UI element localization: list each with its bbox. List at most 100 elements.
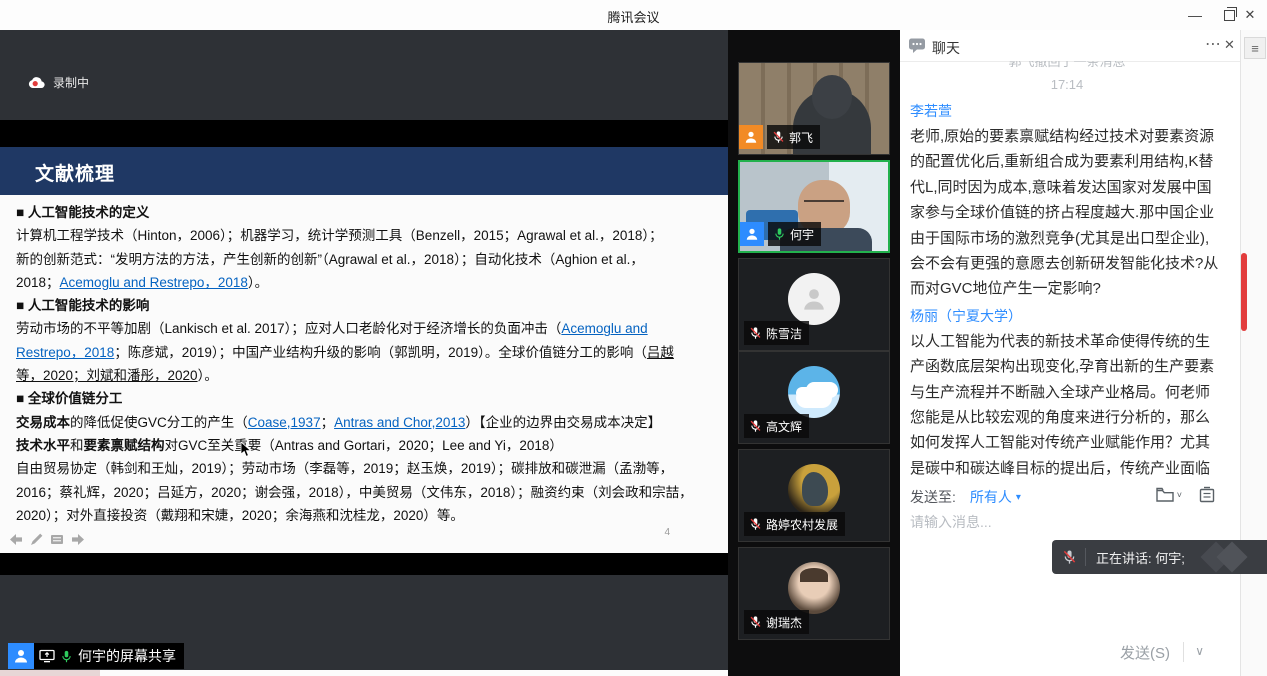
slide-page-number: 4 <box>664 527 670 538</box>
send-button[interactable]: 发送(S) <box>1120 642 1170 663</box>
slide-text: ）。 <box>248 275 268 290</box>
slide-line: 新的创新范式：“发明方法的方法，产生创新的创新”（Agrawal et al.，… <box>16 248 716 271</box>
citation-link: 吕越 <box>647 345 674 360</box>
participant-tile[interactable]: 谢瑞杰 <box>738 547 890 640</box>
hamburger-menu-icon[interactable]: ≡ <box>1244 37 1266 59</box>
slide-text: 和 <box>70 438 84 453</box>
citation-link: Coase,1937 <box>248 415 321 430</box>
participant-name: 陈雪洁 <box>766 325 802 342</box>
participant-label: 路婷农村发展 <box>739 512 845 536</box>
mic-muted-icon <box>749 326 762 340</box>
chat-close-icon[interactable]: ✕ <box>1224 37 1235 53</box>
mouse-cursor <box>240 442 252 458</box>
slide-text: ； <box>321 415 335 430</box>
participant-name: 高文辉 <box>766 418 802 435</box>
divider <box>1183 642 1184 662</box>
send-to-row: 发送至: 所有人 ▾ ˅ <box>910 486 1230 508</box>
mic-active-icon <box>60 649 73 664</box>
screen-share-icon <box>39 649 55 663</box>
citation-link: Acemoglu and Restrepo，2018 <box>60 275 248 290</box>
participant-label: 高文辉 <box>739 414 809 438</box>
mic-muted-icon <box>749 615 762 629</box>
chat-scrollbar-thumb[interactable] <box>1241 253 1247 331</box>
name-box: 路婷农村发展 <box>744 512 845 536</box>
slide-text: ■ 人工智能技术的影响 <box>16 298 149 313</box>
citation-link: 等，2020；刘斌和潘彤，2020 <box>16 368 198 383</box>
chat-title: 聊天 <box>932 38 960 58</box>
slide-text: 的降低促使GVC分工的产生（ <box>70 415 248 430</box>
chat-message-list[interactable]: 郭飞撤回了一条消息17:14李若萱老师,原始的要素禀赋结构经过技术对要素资源的配… <box>900 61 1234 481</box>
send-options-chevron-icon[interactable]: ∨ <box>1195 644 1204 658</box>
role-badge <box>740 222 764 246</box>
chat-message-flow: 郭飞撤回了一条消息17:14李若萱老师,原始的要素禀赋结构经过技术对要素资源的配… <box>910 61 1224 481</box>
slide-text: ；陈彦斌，2019）；中国产业结构升级的影响（郭凯明，2019）。全球价值链分工… <box>114 345 647 360</box>
chat-menu-icon[interactable]: ⋯ <box>1205 34 1221 54</box>
slide-title: 文献梳理 <box>35 159 115 186</box>
minimize-button[interactable]: — <box>1178 0 1212 30</box>
slide-line: ■ 人工智能技术的定义 <box>16 201 716 224</box>
slide-text: 技术水平 <box>16 438 70 453</box>
slide-text: ■ 人工智能技术的定义 <box>16 205 149 220</box>
participant-tile[interactable]: 陈雪洁 <box>738 258 890 351</box>
slide-text: 2018； <box>16 275 60 290</box>
citation-link: Antras and Chor,2013 <box>334 415 465 430</box>
participant-tile[interactable]: 郭飞 <box>738 62 890 155</box>
participant-label: 郭飞 <box>739 125 820 149</box>
folder-icon <box>1155 486 1175 503</box>
slide-line: 技术水平和要素禀赋结构对GVC至关重要（Antras and Gortari，2… <box>16 434 716 457</box>
message-sender[interactable]: 李若萱 <box>910 99 1224 124</box>
slide-nav-toolbar <box>8 532 86 547</box>
letterbox-bottom <box>0 553 728 575</box>
participant-tile[interactable]: 高文辉 <box>738 351 890 444</box>
participant-tile[interactable]: 何宇 <box>738 160 890 253</box>
minimize-icon: — <box>1188 7 1202 23</box>
window-title: 腾讯会议 <box>0 7 1267 26</box>
message-text: 老师,原始的要素禀赋结构经过技术对要素资源的配置优化后,重新组合成为要素利用结构… <box>910 124 1224 302</box>
slide-line: ■ 全球价值链分工 <box>16 387 716 410</box>
announcement-board-icon <box>1198 486 1216 504</box>
chat-input[interactable]: 请输入消息... <box>910 512 1210 532</box>
recording-indicator: 录制中 <box>28 74 89 91</box>
send-row: 发送(S) ∨ <box>900 640 1240 666</box>
chat-bubble-icon <box>908 37 926 54</box>
slide-body: ■ 人工智能技术的定义计算机工程学技术（Hinton，2006）；机器学习，统计… <box>16 201 716 527</box>
avatar <box>788 273 840 325</box>
speaking-toast-text: 正在讲话: 何宇; <box>1096 548 1185 567</box>
avatar <box>788 464 840 516</box>
slide-line: 计算机工程学技术（Hinton，2006）；机器学习，统计学预测工具（Benze… <box>16 224 716 247</box>
participant-label: 谢瑞杰 <box>739 610 809 634</box>
slide-text: ）【企业的边界由交易成本决定】 <box>465 415 661 430</box>
send-to-dropdown[interactable]: 所有人 <box>970 487 1012 507</box>
timestamp: 17:14 <box>910 73 1224 97</box>
announcement-button[interactable] <box>1198 486 1216 509</box>
recording-label: 录制中 <box>53 74 89 91</box>
chevron-down-icon[interactable]: ▾ <box>1016 492 1021 503</box>
slide-title-band: 文献梳理 <box>0 147 728 195</box>
citation-link: Restrepo，2018 <box>16 345 114 360</box>
slide-text: 要素禀赋结构 <box>84 438 165 453</box>
slide-area: ■ 人工智能技术的定义计算机工程学技术（Hinton，2006）；机器学习，统计… <box>0 195 728 553</box>
message-text: 以人工智能为代表的新技术革命使得传统的生产函数底层架构出现变化,孕育出新的生产要… <box>910 329 1224 481</box>
avatar <box>788 366 840 418</box>
mic-muted-icon <box>749 517 762 531</box>
slide-text: 新的创新范式：“发明方法的方法，产生创新的创新”（Agrawal et al.，… <box>16 252 644 267</box>
side-rail: ≡ <box>1240 30 1267 676</box>
slide-text: 劳动市场的不平等加剧（Lankisch et al. 2017）；应对人口老龄化… <box>16 321 561 336</box>
slide-text: 2020）；对外直接投资（戴翔和宋婕，2020；余海燕和沈桂龙，2020）等。 <box>16 508 464 523</box>
screen-share-stage: 录制中 文献梳理 ■ 人工智能技术的定义计算机工程学技术（Hinton，2006… <box>0 30 728 676</box>
next-slide-icon <box>70 532 86 547</box>
prev-slide-icon <box>8 532 24 547</box>
message-sender[interactable]: 杨丽（宁夏大学） <box>910 304 1224 329</box>
participant-name: 郭飞 <box>789 129 813 146</box>
slide-line: 自由贸易协定（韩剑和王灿，2019）；劳动市场（李磊等，2019；赵玉焕，201… <box>16 457 716 480</box>
slide-text: ■ 全球价值链分工 <box>16 391 122 406</box>
slide-text: 2016；蔡礼辉，2020；吕延方，2020；谢会强，2018），中美贸易（文伟… <box>16 485 693 500</box>
send-to-label: 发送至: <box>910 487 956 507</box>
slide-text: 自由贸易协定（韩剑和王灿，2019）；劳动市场（李磊等，2019；赵玉焕，201… <box>16 461 673 476</box>
participant-tile[interactable]: 路婷农村发展 <box>738 449 890 542</box>
close-button[interactable]: ✕ <box>1233 0 1267 30</box>
window-titlebar: 腾讯会议 — ✕ <box>0 0 1267 31</box>
chat-history-button[interactable]: ˅ <box>1155 486 1182 503</box>
chat-panel: 聊天 ⋯ ✕ 郭飞撤回了一条消息17:14李若萱老师,原始的要素禀赋结构经过技术… <box>900 30 1240 676</box>
slide-text: 对GVC至关重要（Antras and Gortari，2020；Lee and… <box>165 438 563 453</box>
